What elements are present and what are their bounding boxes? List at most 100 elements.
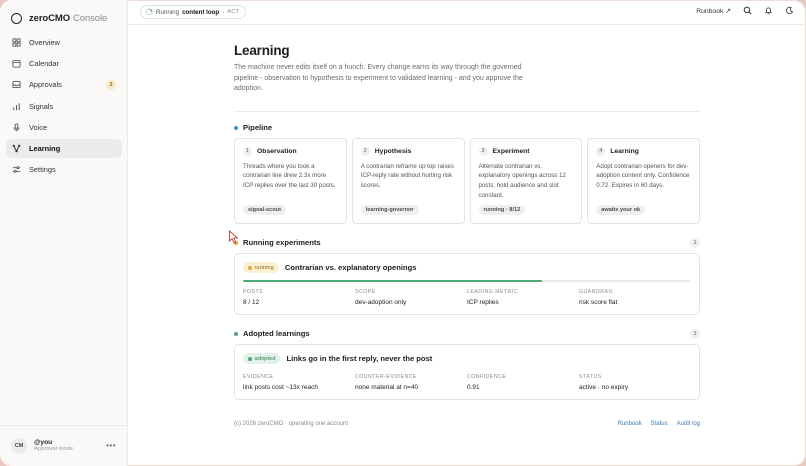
stage-title: Hypothesis — [374, 147, 412, 155]
pipeline-dot — [234, 125, 238, 130]
stat-confidence: CONFIDENCE 0.91 — [467, 374, 579, 391]
run-status-mode: ACT — [227, 9, 240, 15]
stat-label: SCOPE — [355, 288, 376, 295]
sidebar-item-label: Settings — [29, 165, 56, 175]
stat-label: EVIDENCE — [243, 373, 274, 380]
stat-status: STATUS active · no expiry — [579, 374, 691, 391]
pipeline-card-observation[interactable]: 1 Observation Threads where you took a con… — [234, 137, 347, 224]
stage-chip: running · 8/12 — [478, 204, 526, 215]
pipeline-section: Pipeline 1 Observation Threads where you t… — [234, 122, 700, 224]
sidebar-item-learning[interactable]: Learning — [6, 138, 122, 158]
sidebar-item-label: Approvals — [29, 80, 62, 90]
stat-guardrail: GUARDRAIL risk score flat — [579, 289, 691, 306]
inbox-icon — [12, 80, 21, 89]
sidebar-item-label: Calendar — [29, 59, 59, 69]
sidebar-item-label: Learning — [29, 143, 61, 153]
sidebar-item-overview[interactable]: Overview — [6, 33, 122, 52]
status-label: adopted — [254, 355, 276, 362]
search-icon[interactable] — [743, 6, 752, 15]
page-description: The machine never edits itself on a hunc… — [234, 64, 523, 93]
brand-logo-icon — [11, 12, 22, 24]
topbar: Running content loop · ACT Runbook ↗ — [128, 0, 806, 25]
stat-value: 0.91 — [467, 383, 480, 391]
sidebar-item-label: Overview — [29, 38, 60, 47]
sidebar-item-label: Signals — [29, 101, 54, 111]
run-status-pill[interactable]: Running content loop · ACT — [140, 5, 247, 19]
pipeline-card-learning[interactable]: 4 Learning Adopt contrarian openers for de… — [587, 137, 700, 224]
stage-description: Threads where you took a contrarian line… — [243, 162, 336, 189]
experiment-stats: POSTS 8 / 12 SCOPE dev-adoption only LEADING… — [243, 289, 691, 306]
stat-leading-metric: LEADING METRIC ICP replies — [467, 289, 579, 306]
avatar[interactable]: CM — [11, 438, 27, 454]
status-dot — [248, 266, 252, 270]
card-header: 1 Observation — [243, 146, 338, 156]
sidebar-item-approvals[interactable]: Approvals 2 — [6, 75, 122, 94]
stage-number: 3 — [478, 146, 488, 156]
sidebar-item-calendar[interactable]: Calendar — [6, 54, 122, 73]
running-count: 1 — [690, 237, 700, 248]
experiment-title: Contrarian vs. explanatory openings — [284, 263, 417, 273]
page-content: Learning The machine never edits itself … — [234, 43, 700, 400]
user-mode: Approval mode — [34, 446, 73, 453]
sliders-icon — [12, 165, 21, 174]
stage-number: 2 — [360, 146, 370, 156]
adopted-dot — [234, 331, 238, 336]
adopted-title: Adopted learnings — [243, 329, 310, 339]
sidebar-item-signals[interactable]: Signals — [6, 97, 122, 116]
approvals-count-badge: 2 — [106, 80, 116, 91]
stat-label: POSTS — [243, 288, 264, 295]
microphone-icon — [12, 123, 21, 132]
stage-chip: signal-scout — [243, 204, 286, 215]
running-title: Running experiments — [243, 238, 321, 248]
footer-links: Runbook Status Audit log — [618, 421, 700, 427]
stage-number: 4 — [596, 146, 606, 156]
learning-title: Links go in the first reply, never the p… — [286, 354, 433, 364]
stage-description: Adopt contrarian openers for dev-adoptio… — [596, 162, 690, 189]
stat-posts: POSTS 8 / 12 — [243, 289, 355, 306]
theme-toggle-icon[interactable] — [785, 6, 794, 15]
stat-label: COUNTER-EVIDENCE — [355, 373, 417, 380]
stat-value: active · no expiry — [579, 383, 629, 391]
stat-value: risk score flat — [579, 298, 618, 306]
bar-chart-icon — [12, 102, 21, 111]
run-status-prefix: Running — [156, 8, 180, 16]
footer-link-status[interactable]: Status — [651, 421, 668, 427]
page-title: Learning — [234, 43, 290, 58]
card-header: 2 Hypothesis — [360, 146, 456, 156]
sidebar-item-label: Voice — [29, 122, 48, 132]
pipeline-card-experiment[interactable]: 3 Experiment Alternate contrarian vs. expl… — [469, 137, 583, 224]
adopted-header: Adopted learnings 1 — [234, 328, 700, 340]
progress-fill — [243, 279, 542, 282]
learning-card[interactable]: adopted Links go in the first reply, nev… — [234, 343, 700, 400]
stat-evidence: EVIDENCE link posts cost ~13x reach — [243, 374, 355, 391]
adopted-section: Adopted learnings 1 adopted Links go in … — [234, 328, 700, 400]
runbook-link[interactable]: Runbook ↗ — [696, 7, 731, 15]
status-badge: adopted — [243, 353, 281, 365]
stat-value: dev-adoption only — [355, 298, 407, 306]
page-footer: (c) 2026 zeroCMO · operating one account… — [234, 421, 700, 427]
card-header: 4 Learning — [596, 146, 691, 156]
user-footer: CM @you Approval mode ••• — [0, 425, 127, 466]
more-options-icon[interactable]: ••• — [106, 441, 116, 450]
grid-icon — [12, 38, 21, 47]
brand[interactable]: zeroCMO Console — [11, 11, 107, 25]
footer-link-runbook[interactable]: Runbook — [618, 421, 642, 427]
experiment-progress-bar — [243, 279, 691, 282]
stat-label: STATUS — [579, 373, 602, 380]
stat-value: 8 / 12 — [243, 298, 260, 306]
stat-counter-evidence: COUNTER-EVIDENCE none material at n=40 — [355, 374, 467, 391]
branch-icon — [12, 144, 21, 153]
sidebar-item-voice[interactable]: Voice — [6, 118, 122, 137]
learning-header: adopted Links go in the first reply, nev… — [243, 353, 691, 365]
topbar-actions: Runbook ↗ — [696, 6, 794, 15]
sidebar-item-settings[interactable]: Settings — [6, 160, 122, 179]
status-dot — [248, 357, 252, 361]
stage-number: 1 — [243, 146, 252, 156]
pipeline-cards: 1 Observation Threads where you took a con… — [234, 137, 700, 224]
bell-icon[interactable] — [764, 6, 773, 15]
experiment-card[interactable]: running Contrarian vs. explanatory openi… — [234, 252, 700, 315]
running-header: Running experiments 1 — [234, 237, 700, 249]
user-info: @you Approval mode — [34, 439, 73, 453]
footer-link-audit-log[interactable]: Audit log — [677, 421, 700, 427]
pipeline-card-hypothesis[interactable]: 2 Hypothesis A contrarian reframe up top r… — [351, 137, 465, 224]
